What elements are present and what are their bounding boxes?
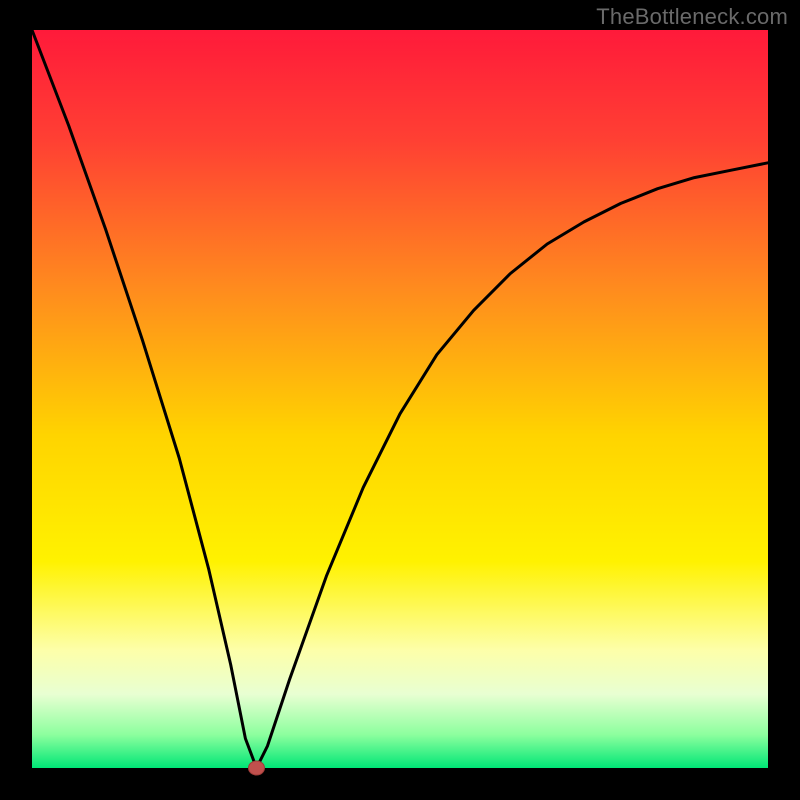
bottleneck-chart xyxy=(0,0,800,800)
chart-frame: TheBottleneck.com xyxy=(0,0,800,800)
plot-area xyxy=(32,30,768,768)
minimum-marker xyxy=(248,761,264,775)
watermark-text: TheBottleneck.com xyxy=(596,4,788,30)
